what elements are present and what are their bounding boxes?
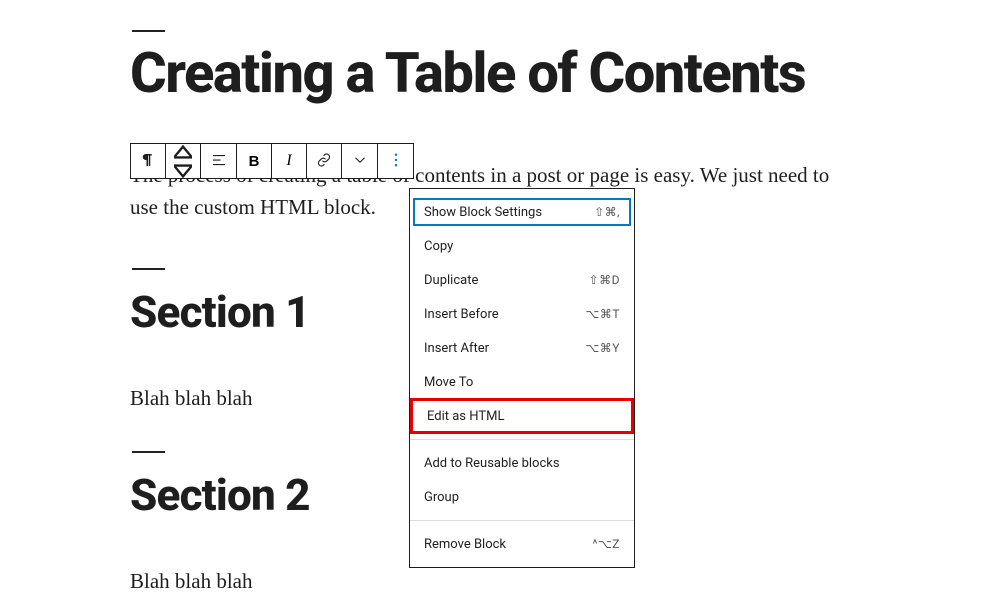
menu-shortcut: ⌥⌘Y bbox=[585, 341, 620, 355]
menu-label: Add to Reusable blocks bbox=[424, 456, 560, 471]
menu-remove-block[interactable]: Remove Block ^⌥Z bbox=[410, 527, 634, 561]
menu-shortcut: ⌥⌘T bbox=[586, 307, 621, 321]
link-button[interactable] bbox=[307, 144, 342, 178]
dropdown-section-2: Add to Reusable blocks Group bbox=[410, 440, 634, 521]
chevron-down-icon bbox=[351, 151, 369, 172]
menu-shortcut: ⇧⌘, bbox=[594, 205, 620, 219]
italic-button[interactable]: I bbox=[272, 144, 307, 178]
toolbar-group-inline: B I bbox=[236, 143, 378, 179]
menu-show-block-settings[interactable]: Show Block Settings ⇧⌘, bbox=[410, 195, 634, 229]
link-icon bbox=[315, 151, 333, 172]
block-toolbar: B I bbox=[130, 143, 414, 179]
menu-edit-as-html[interactable]: Edit as HTML bbox=[410, 398, 634, 434]
bold-icon: B bbox=[249, 153, 260, 170]
paragraph-icon bbox=[139, 151, 157, 172]
block-options-dropdown: Show Block Settings ⇧⌘, Copy Duplicate ⇧… bbox=[409, 188, 635, 568]
menu-shortcut: ^⌥Z bbox=[592, 537, 620, 551]
toolbar-group-block bbox=[130, 143, 237, 179]
move-block-button[interactable] bbox=[166, 144, 201, 178]
menu-label: Insert After bbox=[424, 341, 489, 356]
editor-canvas: Creating a Table of Contents bbox=[0, 30, 999, 594]
dropdown-section-1: Show Block Settings ⇧⌘, Copy Duplicate ⇧… bbox=[410, 189, 634, 440]
menu-label: Duplicate bbox=[424, 273, 478, 288]
dropdown-section-3: Remove Block ^⌥Z bbox=[410, 521, 634, 567]
section-rule-1 bbox=[132, 268, 165, 270]
menu-label: Remove Block bbox=[424, 537, 506, 552]
more-options-button[interactable] bbox=[378, 144, 413, 178]
menu-label: Edit as HTML bbox=[427, 409, 504, 424]
block-type-button[interactable] bbox=[131, 144, 166, 178]
post-title[interactable]: Creating a Table of Contents bbox=[130, 44, 999, 103]
align-button[interactable] bbox=[201, 144, 236, 178]
menu-label: Move To bbox=[424, 375, 473, 390]
menu-label: Show Block Settings bbox=[424, 205, 542, 220]
menu-label: Group bbox=[424, 490, 459, 505]
section-rule-2 bbox=[132, 451, 165, 453]
menu-insert-before[interactable]: Insert Before ⌥⌘T bbox=[410, 297, 634, 331]
menu-group[interactable]: Group bbox=[410, 480, 634, 514]
menu-duplicate[interactable]: Duplicate ⇧⌘D bbox=[410, 263, 634, 297]
menu-add-reusable[interactable]: Add to Reusable blocks bbox=[410, 446, 634, 480]
menu-move-to[interactable]: Move To bbox=[410, 365, 634, 399]
menu-label: Copy bbox=[424, 239, 453, 254]
more-inline-button[interactable] bbox=[342, 144, 377, 178]
move-updown-icon bbox=[174, 143, 192, 180]
menu-shortcut: ⇧⌘D bbox=[589, 273, 620, 287]
menu-label: Insert Before bbox=[424, 307, 499, 322]
bold-button[interactable]: B bbox=[237, 144, 272, 178]
paragraph-section-2[interactable]: Blah blah blah bbox=[130, 569, 999, 594]
align-left-icon bbox=[210, 151, 228, 172]
title-rule bbox=[132, 30, 165, 32]
italic-icon: I bbox=[286, 152, 291, 170]
more-vertical-icon bbox=[387, 151, 405, 172]
menu-copy[interactable]: Copy bbox=[410, 229, 634, 263]
menu-insert-after[interactable]: Insert After ⌥⌘Y bbox=[410, 331, 634, 365]
toolbar-group-more bbox=[377, 143, 414, 179]
